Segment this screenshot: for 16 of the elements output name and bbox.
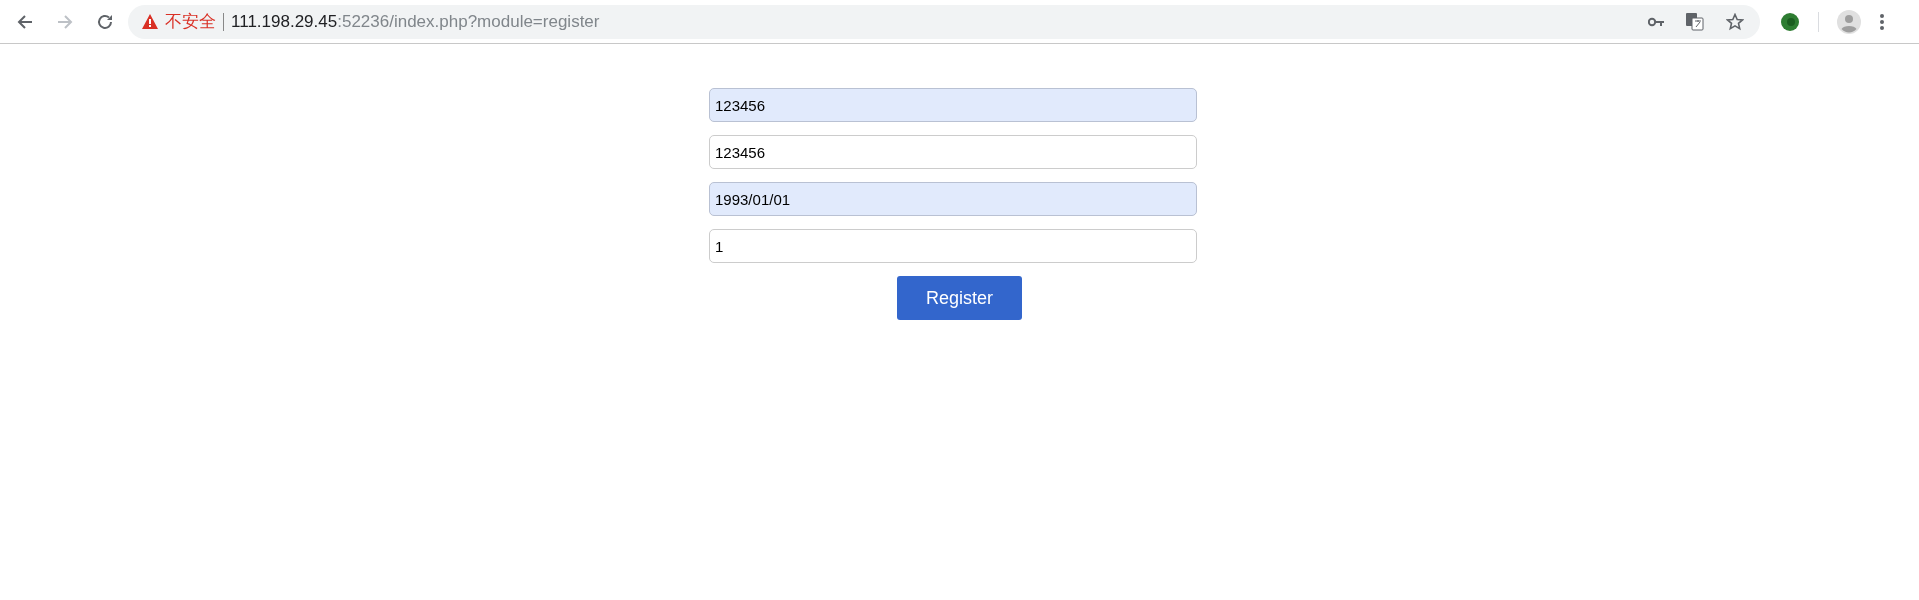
- profile-avatar-icon[interactable]: [1837, 9, 1861, 34]
- key-icon[interactable]: [1648, 16, 1664, 27]
- input-field[interactable]: 1: [709, 229, 1197, 263]
- warning-icon: [142, 14, 158, 29]
- url-text: 111.198.29.45:52236/index.php?module=register: [231, 10, 600, 33]
- star-icon[interactable]: [1726, 12, 1744, 31]
- register-button[interactable]: Register: [897, 276, 1022, 320]
- reload-icon[interactable]: [96, 12, 114, 31]
- input-field[interactable]: 1993/01/01: [709, 182, 1197, 216]
- back-arrow-icon[interactable]: [16, 12, 34, 31]
- input-field[interactable]: 123456: [709, 135, 1197, 169]
- menu-icon[interactable]: [1879, 12, 1885, 31]
- security-label: 不安全: [165, 10, 216, 33]
- address-bar[interactable]: 不安全 111.198.29.45:52236/index.php?module=register: [128, 4, 1760, 39]
- extension-icon[interactable]: [1780, 11, 1800, 32]
- input-field[interactable]: 123456: [709, 88, 1197, 122]
